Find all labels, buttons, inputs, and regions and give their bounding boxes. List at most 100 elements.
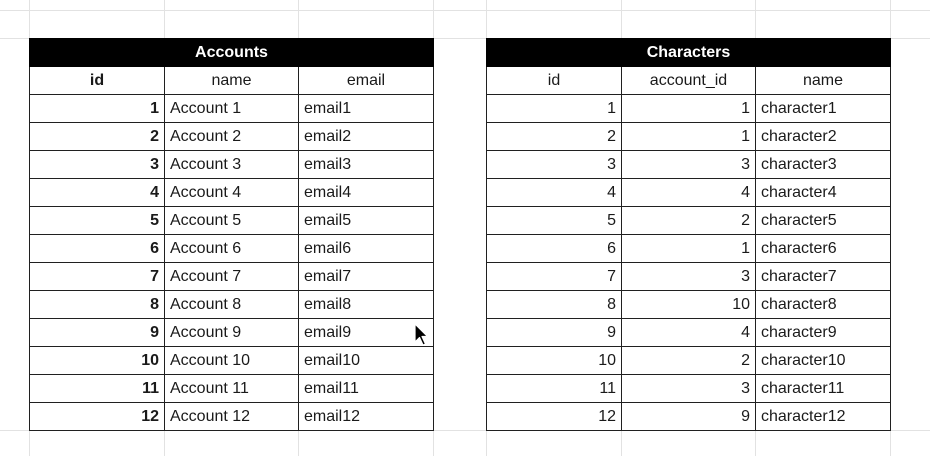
account-id-cell[interactable]: 3 <box>29 150 165 179</box>
character-name-cell[interactable]: character6 <box>755 234 891 263</box>
character-account-id-cell[interactable]: 3 <box>621 374 756 403</box>
account-name-cell[interactable]: Account 8 <box>164 290 299 319</box>
characters-header-id[interactable]: id <box>486 66 622 95</box>
characters-title[interactable]: Characters <box>486 38 891 67</box>
account-name-cell[interactable]: Account 4 <box>164 178 299 207</box>
accounts-header-email[interactable]: email <box>298 66 434 95</box>
account-name-cell[interactable]: Account 11 <box>164 374 299 403</box>
account-email-cell[interactable]: email2 <box>298 122 434 151</box>
character-account-id-cell[interactable]: 1 <box>621 122 756 151</box>
character-name-cell[interactable]: character2 <box>755 122 891 151</box>
account-id-cell[interactable]: 1 <box>29 94 165 123</box>
character-id-cell[interactable]: 9 <box>486 318 622 347</box>
character-id-cell[interactable]: 11 <box>486 374 622 403</box>
accounts-table: Accounts id name email 1 Account 1 email1 2… <box>29 38 434 431</box>
account-email-cell[interactable]: email5 <box>298 206 434 235</box>
account-name-cell[interactable]: Account 3 <box>164 150 299 179</box>
character-name-cell[interactable]: character8 <box>755 290 891 319</box>
character-name-cell[interactable]: character11 <box>755 374 891 403</box>
account-email-cell[interactable]: email6 <box>298 234 434 263</box>
character-name-cell[interactable]: character12 <box>755 402 891 431</box>
account-email-cell[interactable]: email10 <box>298 346 434 375</box>
table-row: 11 3 character11 <box>486 374 891 403</box>
mouse-pointer-icon <box>414 323 428 346</box>
table-row: 5 2 character5 <box>486 206 891 235</box>
character-id-cell[interactable]: 2 <box>486 122 622 151</box>
account-id-cell[interactable]: 10 <box>29 346 165 375</box>
account-email-cell[interactable]: email8 <box>298 290 434 319</box>
account-id-cell[interactable]: 7 <box>29 262 165 291</box>
table-row: 12 9 character12 <box>486 402 891 431</box>
character-id-cell[interactable]: 4 <box>486 178 622 207</box>
account-name-cell[interactable]: Account 12 <box>164 402 299 431</box>
accounts-header-name[interactable]: name <box>164 66 299 95</box>
character-account-id-cell[interactable]: 3 <box>621 262 756 291</box>
account-name-cell[interactable]: Account 2 <box>164 122 299 151</box>
character-id-cell[interactable]: 10 <box>486 346 622 375</box>
table-row: 1 Account 1 email1 <box>29 94 434 123</box>
account-id-cell[interactable]: 9 <box>29 318 165 347</box>
character-account-id-cell[interactable]: 3 <box>621 150 756 179</box>
characters-header-name[interactable]: name <box>755 66 891 95</box>
account-email-cell[interactable]: email1 <box>298 94 434 123</box>
account-name-cell[interactable]: Account 9 <box>164 318 299 347</box>
table-row: 9 Account 9 email9 <box>29 318 434 347</box>
table-row: 10 2 character10 <box>486 346 891 375</box>
account-id-cell[interactable]: 11 <box>29 374 165 403</box>
character-account-id-cell[interactable]: 2 <box>621 206 756 235</box>
accounts-title[interactable]: Accounts <box>29 38 434 67</box>
account-id-cell[interactable]: 5 <box>29 206 165 235</box>
character-name-cell[interactable]: character5 <box>755 206 891 235</box>
account-id-cell[interactable]: 12 <box>29 402 165 431</box>
account-id-cell[interactable]: 8 <box>29 290 165 319</box>
account-name-cell[interactable]: Account 6 <box>164 234 299 263</box>
table-row: 4 Account 4 email4 <box>29 178 434 207</box>
character-name-cell[interactable]: character4 <box>755 178 891 207</box>
table-row: 8 10 character8 <box>486 290 891 319</box>
account-name-cell[interactable]: Account 10 <box>164 346 299 375</box>
character-account-id-cell[interactable]: 2 <box>621 346 756 375</box>
account-name-cell[interactable]: Account 7 <box>164 262 299 291</box>
character-name-cell[interactable]: character7 <box>755 262 891 291</box>
table-row: 10 Account 10 email10 <box>29 346 434 375</box>
account-name-cell[interactable]: Account 1 <box>164 94 299 123</box>
character-id-cell[interactable]: 1 <box>486 94 622 123</box>
character-account-id-cell[interactable]: 1 <box>621 234 756 263</box>
account-id-cell[interactable]: 2 <box>29 122 165 151</box>
character-id-cell[interactable]: 8 <box>486 290 622 319</box>
character-id-cell[interactable]: 5 <box>486 206 622 235</box>
characters-header-account-id[interactable]: account_id <box>621 66 756 95</box>
character-name-cell[interactable]: character1 <box>755 94 891 123</box>
table-row: 6 1 character6 <box>486 234 891 263</box>
table-row: 2 Account 2 email2 <box>29 122 434 151</box>
account-id-cell[interactable]: 6 <box>29 234 165 263</box>
character-id-cell[interactable]: 3 <box>486 150 622 179</box>
character-name-cell[interactable]: character10 <box>755 346 891 375</box>
character-id-cell[interactable]: 12 <box>486 402 622 431</box>
character-id-cell[interactable]: 7 <box>486 262 622 291</box>
account-email-cell[interactable]: email11 <box>298 374 434 403</box>
character-account-id-cell[interactable]: 9 <box>621 402 756 431</box>
table-row: 3 3 character3 <box>486 150 891 179</box>
accounts-header-id[interactable]: id <box>29 66 165 95</box>
table-row: 5 Account 5 email5 <box>29 206 434 235</box>
table-row: 3 Account 3 email3 <box>29 150 434 179</box>
character-account-id-cell[interactable]: 1 <box>621 94 756 123</box>
table-row: 1 1 character1 <box>486 94 891 123</box>
characters-table: Characters id account_id name 1 1 characte… <box>486 38 891 431</box>
account-email-cell[interactable]: email7 <box>298 262 434 291</box>
character-account-id-cell[interactable]: 4 <box>621 318 756 347</box>
account-email-cell[interactable]: email3 <box>298 150 434 179</box>
account-email-cell[interactable]: email4 <box>298 178 434 207</box>
account-id-cell[interactable]: 4 <box>29 178 165 207</box>
character-id-cell[interactable]: 6 <box>486 234 622 263</box>
character-name-cell[interactable]: character9 <box>755 318 891 347</box>
table-row: 8 Account 8 email8 <box>29 290 434 319</box>
character-account-id-cell[interactable]: 10 <box>621 290 756 319</box>
account-email-cell[interactable]: email12 <box>298 402 434 431</box>
table-row: 2 1 character2 <box>486 122 891 151</box>
character-name-cell[interactable]: character3 <box>755 150 891 179</box>
table-row: 6 Account 6 email6 <box>29 234 434 263</box>
character-account-id-cell[interactable]: 4 <box>621 178 756 207</box>
account-name-cell[interactable]: Account 5 <box>164 206 299 235</box>
